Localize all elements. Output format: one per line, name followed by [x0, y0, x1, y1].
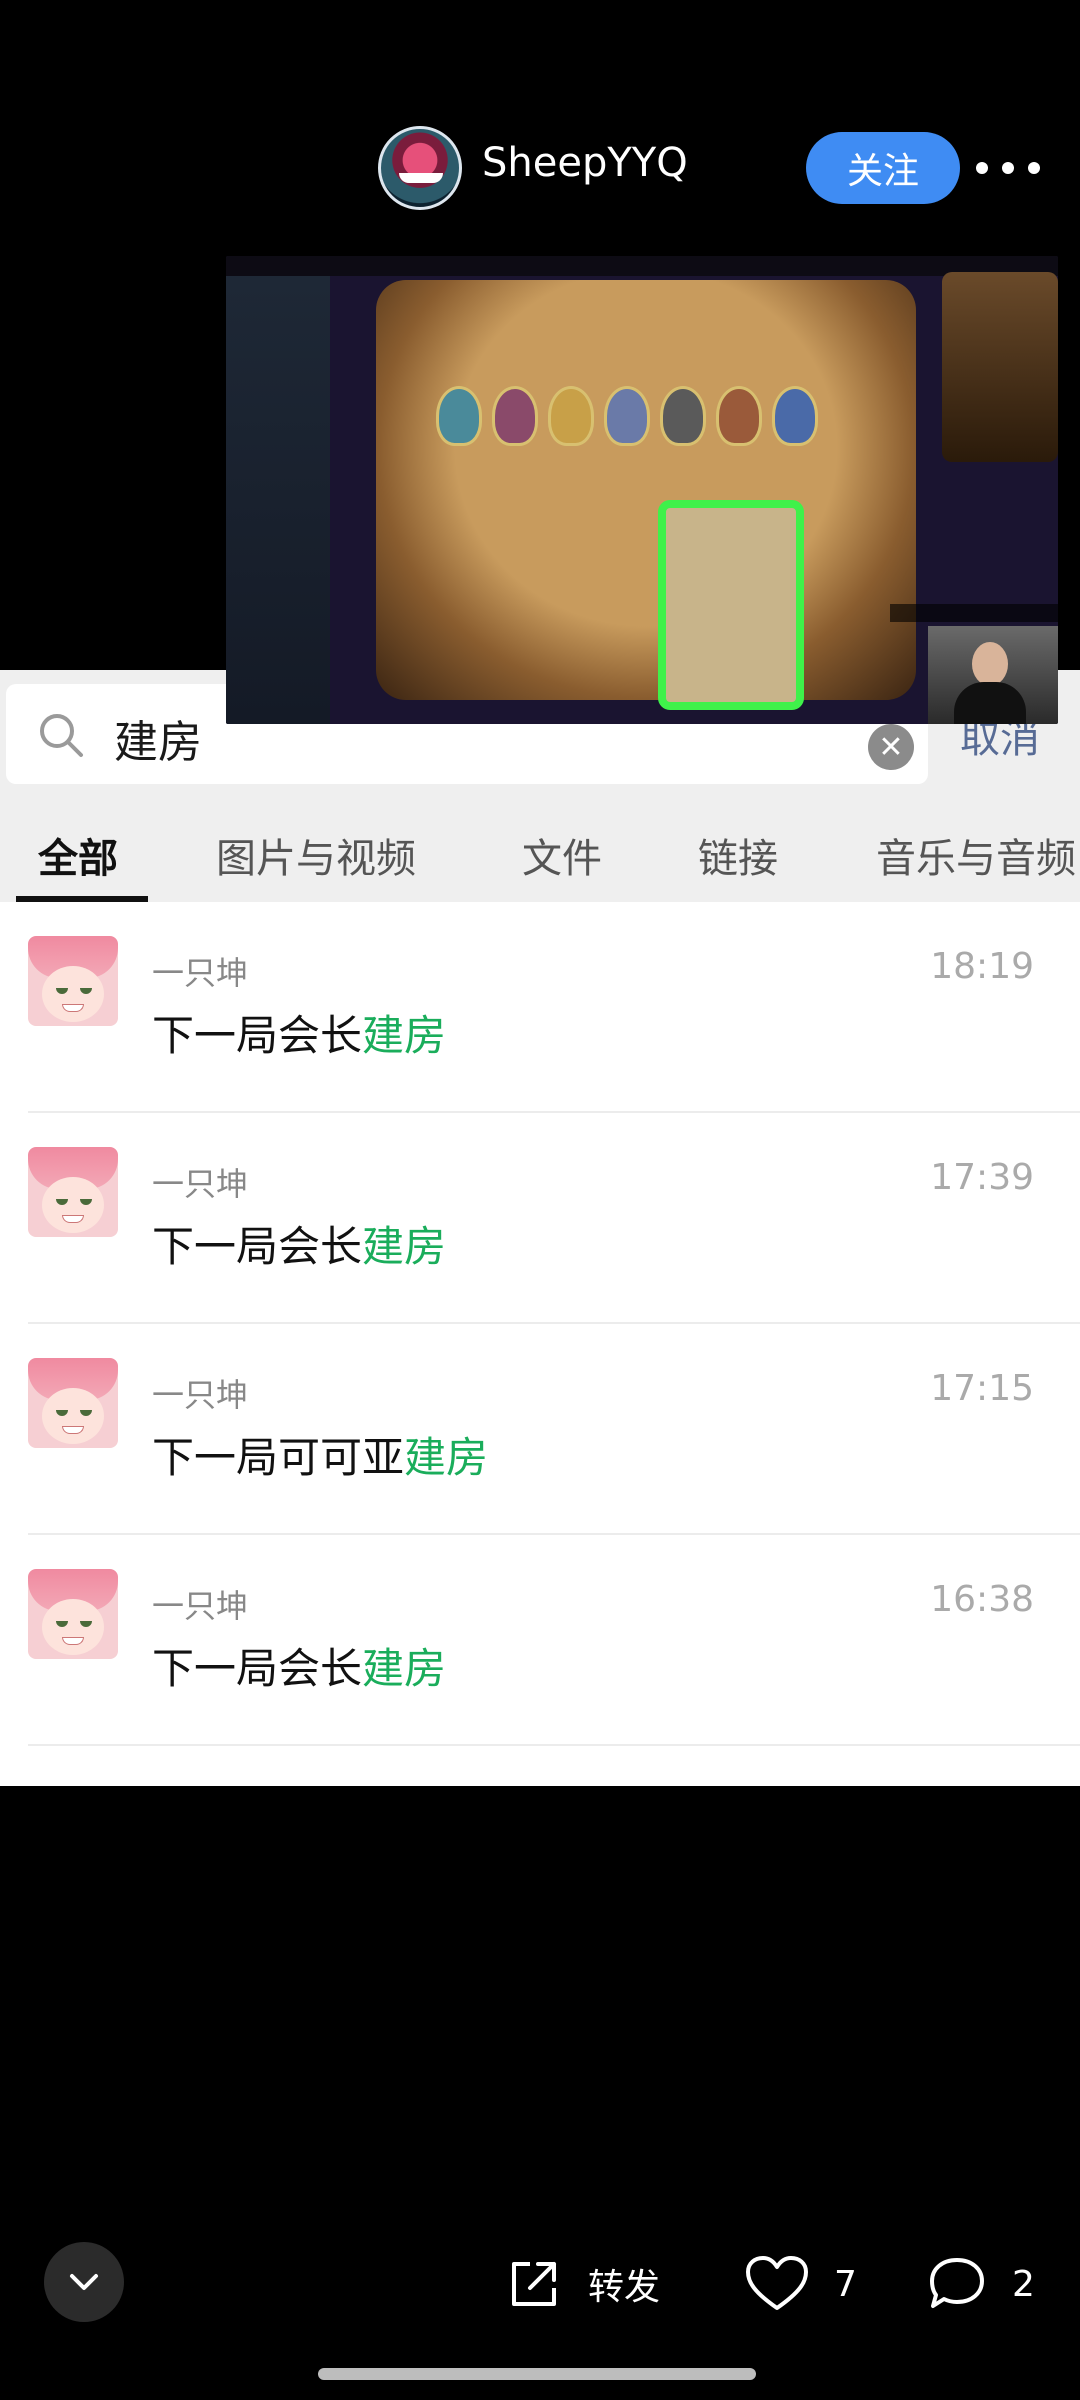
tab-files[interactable]: 文件 [522, 826, 602, 884]
minion-card [716, 386, 762, 446]
minion-card [492, 386, 538, 446]
sender-name: 一只坤 [152, 1376, 249, 1414]
search-results-list: 一只坤 18:19 下一局会长建房 一只坤 17:39 下一局会长建房 一只坤 … [0, 902, 1080, 1746]
message-time: 17:39 [930, 1157, 1034, 1198]
minion-card [660, 386, 706, 446]
tab-links[interactable]: 链接 [698, 826, 778, 884]
highlighted-card [658, 500, 804, 710]
game-video-thumbnail[interactable] [226, 256, 1058, 724]
match-highlight: 建房 [362, 1222, 447, 1271]
forward-label: 转发 [588, 2267, 661, 2308]
like-button[interactable]: 7 [744, 2254, 857, 2314]
list-item[interactable]: 一只坤 18:19 下一局会长建房 [0, 902, 1080, 1113]
stream-banner [890, 604, 1058, 622]
message-text: 下一局会长建房 [152, 1222, 447, 1271]
search-query-text: 建房 [114, 717, 202, 768]
match-highlight: 建房 [362, 1644, 447, 1693]
like-count: 7 [834, 2263, 857, 2305]
tab-music-audio[interactable]: 音乐与音频 [876, 826, 1076, 884]
heart-icon [746, 2256, 808, 2310]
tab-images-videos[interactable]: 图片与视频 [216, 826, 416, 884]
comment-count: 2 [1012, 2263, 1035, 2305]
message-time: 18:19 [930, 946, 1034, 987]
sender-avatar [28, 936, 118, 1026]
game-board [376, 280, 916, 700]
author-avatar[interactable] [378, 126, 462, 210]
clear-icon[interactable]: ✕ [868, 724, 914, 770]
list-item[interactable]: 一只坤 17:39 下一局会长建房 [0, 1113, 1080, 1324]
sender-name: 一只坤 [152, 1165, 249, 1203]
sender-avatar [28, 1358, 118, 1448]
minion-card [604, 386, 650, 446]
minion-card [548, 386, 594, 446]
comment-icon [930, 2258, 984, 2308]
collapse-button[interactable] [44, 2242, 124, 2322]
message-text: 下一局可可亚建房 [152, 1433, 489, 1482]
filter-tabs: 全部 图片与视频 文件 链接 音乐与音频 [0, 790, 1080, 902]
more-options-icon[interactable] [976, 140, 1040, 196]
message-time: 16:38 [930, 1579, 1034, 1620]
chat-search-screenshot: 建房 ✕ 取消 全部 图片与视频 文件 链接 音乐与音频 一只坤 18:19 下… [0, 670, 1080, 1786]
opponent-portrait [942, 272, 1058, 462]
tab-all[interactable]: 全部 [38, 826, 118, 884]
minion-card [436, 386, 482, 446]
list-item[interactable]: 一只坤 17:15 下一局可可亚建房 [0, 1324, 1080, 1535]
message-time: 17:15 [930, 1368, 1034, 1409]
comment-button[interactable]: 2 [926, 2254, 1035, 2314]
message-text: 下一局会长建房 [152, 1011, 447, 1060]
share-icon [512, 2262, 556, 2306]
sender-avatar [28, 1569, 118, 1659]
author-username[interactable]: SheepYYQ [482, 140, 688, 186]
video-top-bar [226, 256, 1058, 276]
forward-button[interactable]: 转发 [504, 2254, 660, 2314]
list-item[interactable]: 一只坤 16:38 下一局会长建房 [0, 1535, 1080, 1746]
chevron-down-icon [70, 2274, 98, 2290]
sender-name: 一只坤 [152, 954, 249, 992]
sender-name: 一只坤 [152, 1587, 249, 1625]
match-highlight: 建房 [404, 1433, 489, 1482]
video-side-panel [226, 276, 330, 724]
sender-avatar [28, 1147, 118, 1237]
home-indicator[interactable] [318, 2368, 756, 2380]
search-icon [40, 714, 83, 757]
minion-card [772, 386, 818, 446]
match-highlight: 建房 [362, 1011, 447, 1060]
message-text: 下一局会长建房 [152, 1644, 447, 1693]
follow-button[interactable]: 关注 [806, 132, 960, 204]
post-header: SheepYYQ 关注 [0, 110, 1080, 230]
streamer-webcam [928, 626, 1058, 724]
